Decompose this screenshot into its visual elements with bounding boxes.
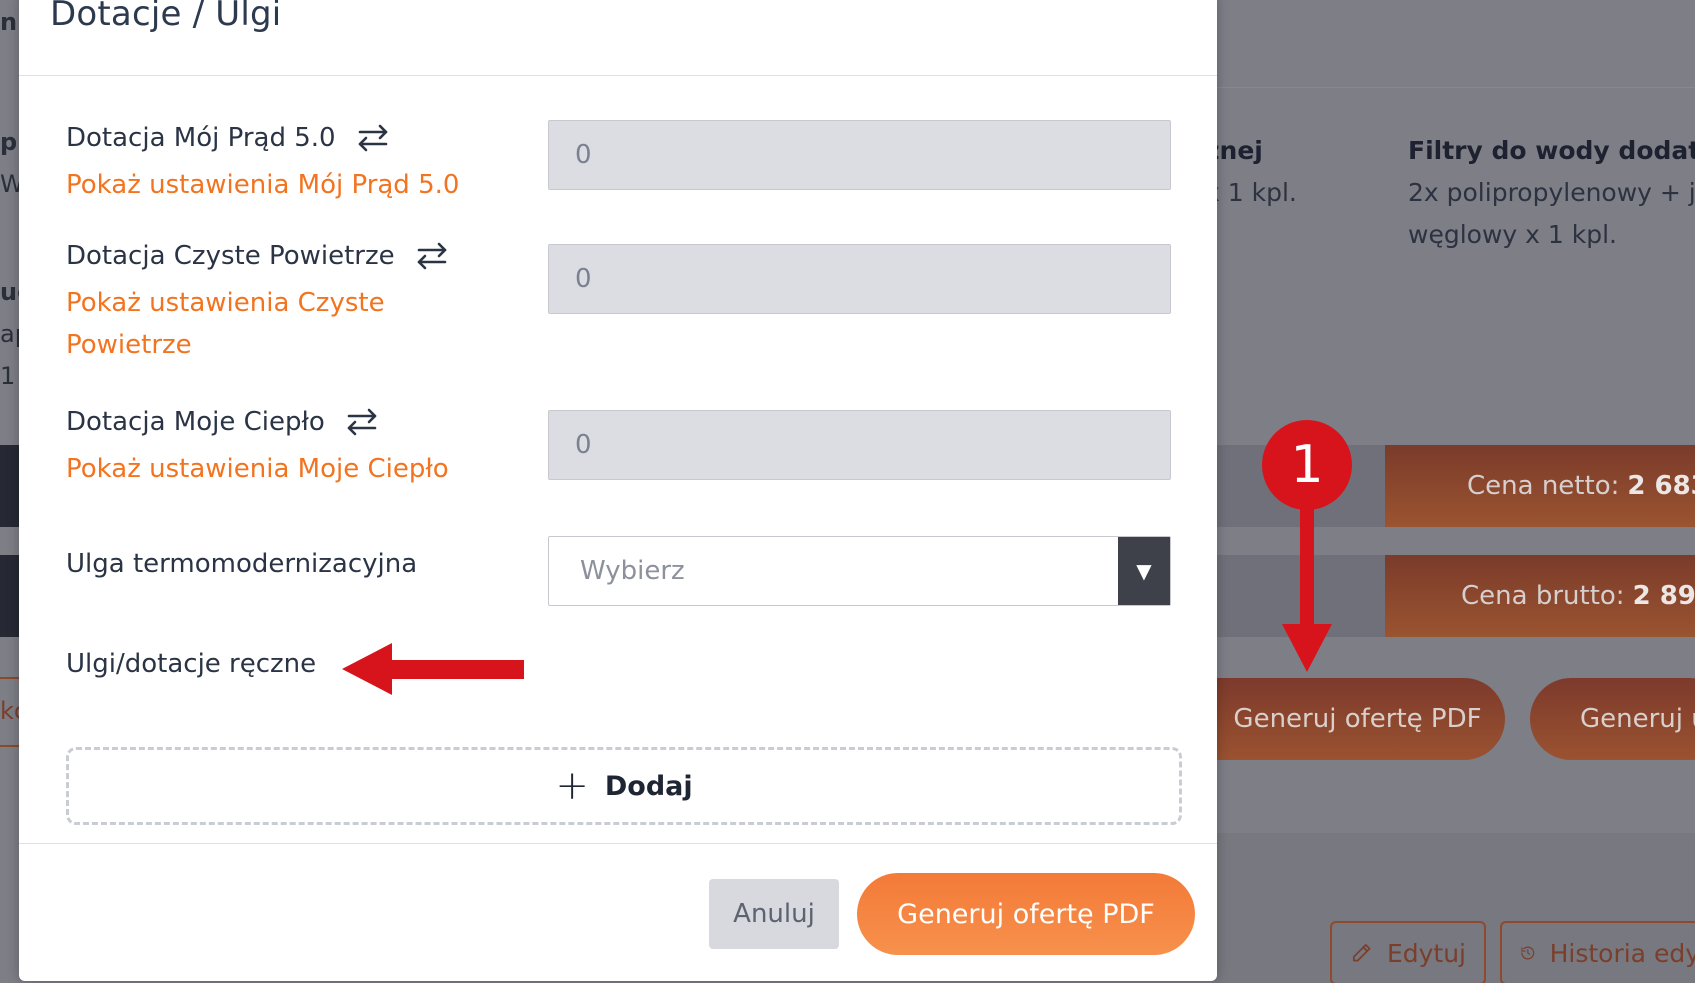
price-net-label: Cena netto: [1467, 471, 1620, 501]
subsidy-label-text: Dotacja Mój Prąd 5.0 [66, 123, 336, 153]
price-gross-value: 2 897 [1632, 581, 1695, 611]
history-button-label: Historia edy [1549, 938, 1695, 968]
price-net-value: 2 683 [1627, 471, 1695, 501]
thermo-relief-select[interactable]: Wybierz ▼ [548, 536, 1171, 606]
link-line: Powietrze [66, 330, 192, 360]
dialog-header: Dotacje / Ulgi [19, 0, 1217, 76]
dialog-title: Dotacje / Ulgi [50, 0, 282, 34]
link-line: Pokaż ustawienia Czyste [66, 288, 385, 318]
select-value: Wybierz [580, 556, 685, 586]
background-fragment: 1 x [0, 362, 19, 390]
background-dark-bar [0, 445, 19, 527]
price-gross-banner: Cena brutto: 2 897 [1385, 555, 1695, 637]
edit-button[interactable]: Edytuj [1330, 921, 1486, 983]
add-button-label: Dodaj [604, 770, 693, 802]
price-gross-label: Cena brutto: [1461, 581, 1625, 611]
thermo-relief-label-text: Ulga termomodernizacyjna [66, 549, 418, 579]
background-col1-line: x 1 kpl. [1205, 178, 1297, 207]
czyste-powietrze-amount-input[interactable]: 0 [548, 244, 1171, 314]
background-fragment: ap [0, 320, 19, 348]
background-generate-other-label: Generuj u [1580, 704, 1695, 734]
chevron-down-icon[interactable]: ▼ [1118, 537, 1170, 605]
edit-button-label: Edytuj [1386, 938, 1466, 968]
background-fragment: p [0, 128, 18, 156]
background-generate-pdf-label: Generuj ofertę PDF [1233, 704, 1482, 734]
annotation-badge: 1 [1262, 420, 1352, 510]
show-settings-moj-prad-link[interactable]: Pokaż ustawienia Mój Prąd 5.0 [66, 164, 459, 206]
background-column-2: Filtry do wody dodatk 2x polipropylenowy… [1408, 130, 1695, 256]
swap-icon[interactable] [354, 122, 392, 154]
history-icon [1521, 946, 1535, 960]
manual-subsidies-label: Ulgi/dotacje ręczne [66, 649, 317, 679]
background-dark-bar [0, 555, 19, 637]
background-col2-line2: węglowy x 1 kpl. [1408, 220, 1617, 249]
subsidy-label-text: Dotacja Moje Ciepło [66, 407, 325, 437]
background-col2-line1: 2x polipropylenowy + je [1408, 178, 1695, 207]
swap-icon[interactable] [413, 240, 451, 272]
price-net-banner: Cena netto: 2 683 [1385, 445, 1695, 527]
subsidy-label-moj-prad: Dotacja Mój Prąd 5.0 [66, 122, 392, 154]
subsidies-dialog: Dotacje / Ulgi Dotacja Mój Prąd 5.0 Poka… [19, 0, 1217, 981]
cancel-button[interactable]: Anuluj [709, 879, 839, 949]
pencil-icon [1352, 944, 1371, 962]
show-settings-moje-cieplo-link[interactable]: Pokaż ustawienia Moje Ciepło [66, 448, 449, 490]
show-settings-czyste-powietrze-link[interactable]: Pokaż ustawienia Czyste Powietrze [66, 282, 385, 366]
swap-icon[interactable] [343, 406, 381, 438]
background-col2-heading: Filtry do wody dodatk [1408, 136, 1695, 165]
subsidy-label-czyste-powietrze: Dotacja Czyste Powietrze [66, 240, 451, 272]
background-generate-other-button[interactable]: Generuj u [1530, 678, 1695, 760]
moj-prad-amount-input[interactable]: 0 [548, 120, 1171, 190]
subsidy-label-moje-cieplo: Dotacja Moje Ciepło [66, 406, 381, 438]
plus-icon: + [555, 763, 589, 809]
background-col1-heading: znej [1205, 136, 1263, 165]
add-manual-subsidy-button[interactable]: + Dodaj [66, 747, 1182, 825]
background-divider [1212, 87, 1695, 88]
history-button[interactable]: Historia edy [1500, 921, 1695, 983]
background-column-1: znej x 1 kpl. [1205, 130, 1297, 214]
background-fragment: Wa [0, 170, 19, 198]
background-fragment: uc [0, 278, 19, 306]
background-fragment: np [0, 8, 19, 36]
background-outline [0, 677, 19, 747]
moje-cieplo-amount-input[interactable]: 0 [548, 410, 1171, 480]
thermo-relief-label: Ulga termomodernizacyjna [66, 549, 417, 579]
generate-pdf-button[interactable]: Generuj ofertę PDF [857, 873, 1195, 955]
subsidy-label-text: Dotacja Czyste Powietrze [66, 241, 395, 271]
